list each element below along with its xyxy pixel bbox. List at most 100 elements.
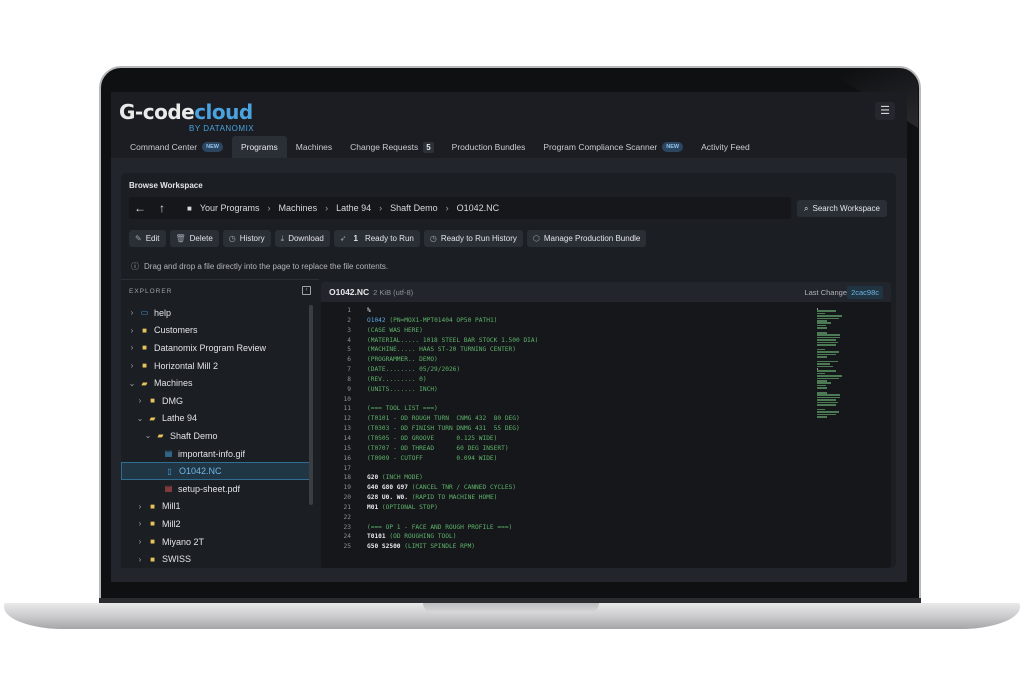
code-comment: (=== OP 1 - FACE AND ROUGH PROFILE ===) bbox=[367, 523, 513, 531]
tree-item[interactable]: › ■ SWISS bbox=[121, 550, 311, 568]
minimap-line bbox=[817, 320, 828, 322]
tab-label: Production Bundles bbox=[451, 142, 526, 152]
code-line: 15 (T0707 - OD THREAD 60 DEG INSERT) bbox=[321, 444, 801, 454]
code-line: 13 (T0303 - OD FINISH TURN DNMG 431 55 DE… bbox=[321, 424, 801, 434]
code-comment: (MACHINE..... HAAS ST-20 TURNING CENTER) bbox=[367, 346, 517, 354]
tree-item-label: Horizontal Mill 2 bbox=[154, 360, 219, 371]
tree-item[interactable]: › ■ Miyano 2T bbox=[121, 533, 311, 551]
line-number: 21 bbox=[343, 503, 351, 511]
tree-item[interactable]: › ■ Mill1 bbox=[121, 498, 311, 516]
breadcrumb-item[interactable]: Lathe 94 bbox=[336, 203, 371, 213]
tab-activity-feed[interactable]: Activity Feed bbox=[692, 136, 759, 158]
code-token: M01 bbox=[367, 503, 379, 511]
folder-open-icon: ▰ bbox=[141, 378, 148, 388]
code-minimap[interactable] bbox=[817, 308, 847, 418]
tree-item[interactable]: › ■ Mill2 bbox=[121, 515, 311, 533]
tree-item[interactable]: › ■ Datanomix Program Review bbox=[121, 339, 311, 357]
download-button[interactable]: ⤓ Download bbox=[274, 230, 330, 247]
code-comment: (T0303 - OD FINISH TURN DNMG 431 55 DEG) bbox=[367, 425, 520, 433]
breadcrumb-item[interactable]: Machines bbox=[279, 203, 318, 213]
code-token: G40 G80 G97 bbox=[367, 484, 408, 492]
code-line: 24 T0101 (OD ROUGHING TOOL) bbox=[321, 532, 801, 542]
arrow-up-icon[interactable]: ↑ bbox=[151, 201, 173, 215]
code-line: 20 G28 U0. W0. (RAPID TO MACHINE HOME) bbox=[321, 493, 801, 503]
tree-item[interactable]: › ■ DMG bbox=[121, 392, 311, 410]
minimap-line bbox=[817, 353, 837, 356]
collapse-icon[interactable]: ‹ bbox=[302, 286, 311, 295]
breadcrumb-item[interactable]: Your Programs bbox=[200, 203, 260, 213]
arrow-left-icon[interactable]: ← bbox=[129, 201, 151, 215]
code-line: 5 (MACHINE..... HAAS ST-20 TURNING CENTER… bbox=[321, 345, 801, 355]
ready-to-run-button[interactable]: ➶ 1 Ready to Run bbox=[333, 230, 420, 247]
search-workspace-button[interactable]: ⌕ Search Workspace bbox=[797, 200, 887, 217]
minimap-line bbox=[817, 370, 837, 372]
line-number: 8 bbox=[347, 375, 351, 383]
info-icon: ⓘ bbox=[131, 262, 139, 271]
breadcrumb-item[interactable]: Shaft Demo bbox=[390, 203, 438, 213]
app-screen: G-codecloud BY DATANOMIX ☰ Command Cente… bbox=[111, 92, 907, 582]
rocket-icon: ➶ bbox=[339, 234, 347, 243]
last-change-hash[interactable]: 2cac98c bbox=[847, 286, 883, 299]
tab-programs[interactable]: Programs bbox=[231, 136, 287, 158]
chevron-right-icon: › bbox=[130, 343, 134, 353]
ready-to-run-history-button[interactable]: ◷ Ready to Run History bbox=[423, 230, 523, 247]
tree-item-label: help bbox=[154, 307, 172, 318]
tab-label: Change Requests bbox=[350, 142, 419, 152]
tab-change-requests[interactable]: Change Requests 5 bbox=[341, 136, 443, 158]
code-line: 7 (DATE........ 05/29/2026) bbox=[321, 365, 801, 375]
chevron-down-icon: ⌄ bbox=[136, 413, 144, 423]
explorer-scrollbar[interactable] bbox=[309, 305, 313, 505]
minimap-line bbox=[817, 312, 826, 315]
tab-production-bundles[interactable]: Production Bundles bbox=[443, 136, 535, 158]
chevron-right-icon: › bbox=[267, 203, 271, 213]
hamburger-icon[interactable]: ☰ bbox=[875, 102, 895, 120]
browse-workspace-panel: Browse Workspace ← ↑ ■ Your Programs › Mach… bbox=[121, 173, 896, 568]
tree-item[interactable]: ▤ important-info.gif bbox=[121, 445, 311, 463]
history-button[interactable]: ◷ History bbox=[222, 230, 271, 247]
breadcrumb-item[interactable]: O1042.NC bbox=[457, 203, 500, 213]
minimap-line bbox=[817, 315, 843, 317]
code-lines[interactable]: 1% 2 O1042 (PN=MOX1-MPT01404 OP50 PATH1) 3(… bbox=[321, 306, 801, 552]
chevron-right-icon: › bbox=[138, 519, 142, 529]
manage-bundle-button[interactable]: ⬡ Manage Production Bundle bbox=[526, 230, 647, 247]
tab-program-compliance-scanner[interactable]: Program Compliance Scanner NEW bbox=[534, 136, 692, 158]
logo-accent: cloud bbox=[194, 100, 253, 124]
trash-icon: 🗑 bbox=[175, 234, 186, 243]
tab-command-center[interactable]: Command Center NEW bbox=[121, 136, 232, 158]
hint-text: Drag and drop a file directly into the p… bbox=[144, 262, 389, 271]
minimap-line bbox=[817, 360, 839, 363]
line-number: 18 bbox=[343, 474, 351, 482]
new-badge: NEW bbox=[202, 142, 223, 152]
line-number: 23 bbox=[343, 523, 351, 531]
tab-machines[interactable]: Machines bbox=[287, 136, 341, 158]
image-file-icon: ▤ bbox=[164, 449, 173, 459]
tree-item[interactable]: ▯ O1042.NC bbox=[121, 462, 311, 480]
search-workspace-label: Search Workspace bbox=[812, 204, 880, 213]
delete-button[interactable]: 🗑 Delete bbox=[169, 230, 219, 247]
history-label: History bbox=[239, 234, 265, 243]
folder-icon: ■ bbox=[150, 396, 155, 406]
code-token: % bbox=[367, 307, 371, 314]
delete-label: Delete bbox=[189, 234, 213, 243]
folder-icon: ■ bbox=[150, 501, 155, 511]
code-line: 21 M01 (OPTIONAL STOP) bbox=[321, 503, 801, 513]
tree-item-label: Datanomix Program Review bbox=[154, 342, 267, 353]
tree-item[interactable]: › ▭ help bbox=[121, 304, 311, 322]
tree-item-label: setup-sheet.pdf bbox=[178, 483, 241, 494]
ready-count: 1 bbox=[353, 234, 358, 243]
tree-item[interactable]: › ■ Customers bbox=[121, 322, 311, 340]
folder-icon: ■ bbox=[150, 554, 155, 564]
tab-label: Program Compliance Scanner bbox=[543, 142, 658, 152]
tree-item[interactable]: ⌄ ▰ Shaft Demo bbox=[121, 427, 311, 445]
line-number: 17 bbox=[343, 464, 351, 472]
action-toolbar: ✎ Edit 🗑 Delete ◷ History ⤓ Download ➶ 1 Ready… bbox=[129, 230, 647, 247]
tree-item[interactable]: ▤ setup-sheet.pdf bbox=[121, 480, 311, 498]
logo[interactable]: G-codecloud BY DATANOMIX bbox=[119, 100, 254, 133]
tree-item[interactable]: ⌄ ▰ Machines bbox=[121, 374, 311, 392]
tree-item[interactable]: ⌄ ▰ Lathe 94 bbox=[121, 410, 311, 428]
logo-subtitle: BY DATANOMIX bbox=[189, 124, 255, 133]
tree-item[interactable]: › ■ Horizontal Mill 2 bbox=[121, 357, 311, 375]
code-line: 25 G50 S2500 (LIMIT SPINDLE RPM) bbox=[321, 542, 801, 552]
edit-button[interactable]: ✎ Edit bbox=[129, 230, 166, 247]
code-line: 22 bbox=[321, 513, 801, 523]
